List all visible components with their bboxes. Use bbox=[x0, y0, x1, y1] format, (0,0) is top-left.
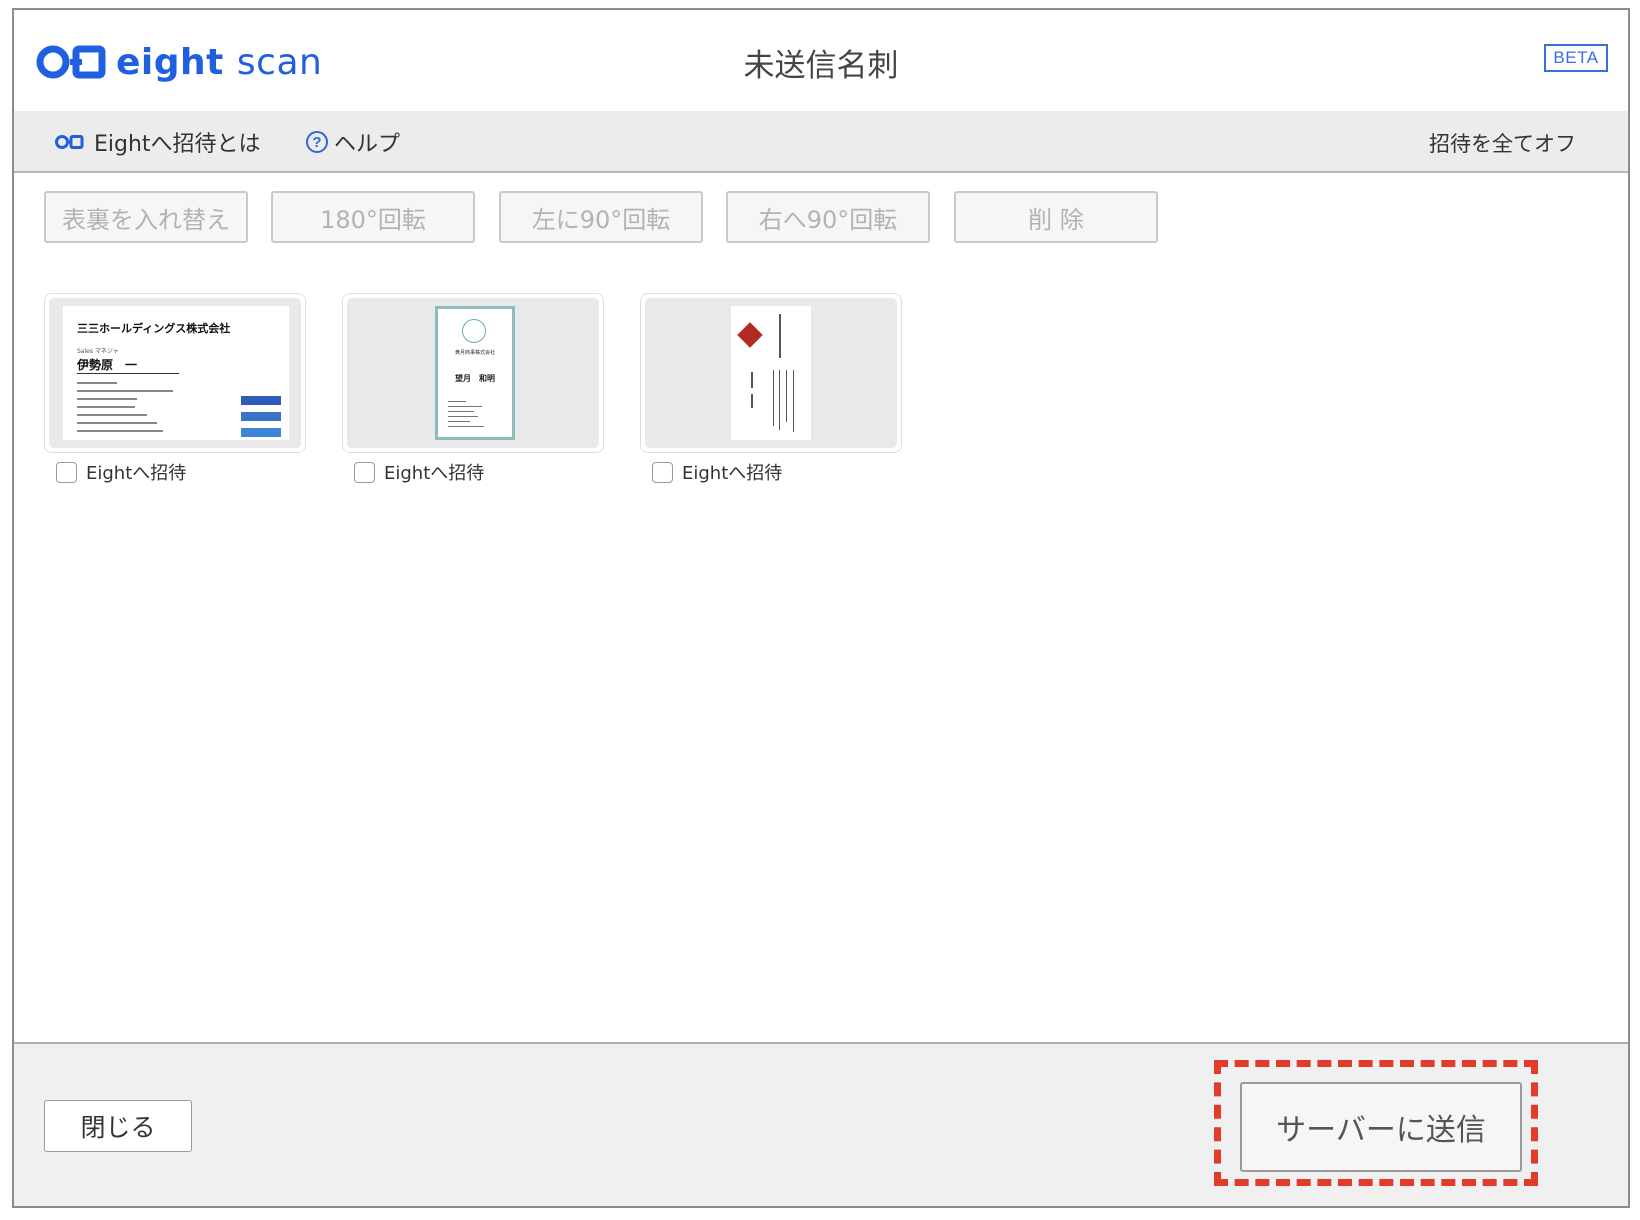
card-image-frame: 三三ホールディングス株式会社 Sales マネジャ 伊勢原 一 bbox=[49, 298, 301, 448]
card-company: 黄月商事株式会社 bbox=[454, 350, 495, 356]
rotate-left-button[interactable]: 左に90°回転 bbox=[499, 191, 703, 243]
company-emblem-icon bbox=[462, 319, 486, 343]
header-bar: eight scan 未送信名刺 BETA bbox=[14, 10, 1628, 113]
send-to-server-button[interactable]: サーバーに送信 bbox=[1240, 1082, 1522, 1172]
swap-sides-button[interactable]: 表裏を入れ替え bbox=[44, 191, 248, 243]
company-logo-icon bbox=[737, 322, 763, 348]
invite-checkbox-row[interactable]: Eightへ招待 bbox=[56, 459, 186, 485]
card-text-line bbox=[77, 390, 173, 392]
beta-badge: BETA bbox=[1544, 44, 1608, 72]
card-text-line bbox=[773, 370, 774, 426]
invite-checkbox[interactable] bbox=[56, 461, 77, 483]
card-stripe bbox=[241, 396, 281, 405]
delete-button[interactable]: 削 除 bbox=[954, 191, 1158, 243]
card-text-line bbox=[779, 314, 781, 358]
invite-label: Eightへ招待 bbox=[384, 463, 485, 484]
invite-checkbox[interactable] bbox=[652, 461, 673, 483]
card-text-line bbox=[77, 430, 163, 432]
business-card-image: 三三ホールディングス株式会社 Sales マネジャ 伊勢原 一 bbox=[63, 306, 289, 440]
rotate-right-button[interactable]: 右へ90°回転 bbox=[726, 191, 930, 243]
close-button[interactable]: 閉じる bbox=[44, 1100, 192, 1152]
app-window: eight scan 未送信名刺 BETA Eightへ招待とは ? ヘルプ 招… bbox=[12, 8, 1630, 1208]
card-text-line bbox=[786, 370, 787, 422]
sub-toolbar: Eightへ招待とは ? ヘルプ 招待を全てオフ bbox=[14, 111, 1628, 173]
card-text-line bbox=[751, 372, 753, 388]
card-text-line bbox=[779, 370, 780, 430]
footer-bar: 閉じる サーバーに送信 bbox=[14, 1042, 1628, 1206]
card-person-name: 望月 和明 bbox=[455, 374, 495, 383]
card-text-line bbox=[448, 401, 466, 402]
card-text-line bbox=[448, 426, 484, 427]
invite-label: Eightへ招待 bbox=[86, 463, 187, 484]
card-thumbnail[interactable]: 黄月商事株式会社 望月 和明 bbox=[342, 293, 604, 453]
help-link[interactable]: ? ヘルプ bbox=[306, 126, 400, 158]
card-role: Sales マネジャ bbox=[77, 348, 119, 355]
invite-about-label: Eightへ招待とは bbox=[94, 132, 261, 157]
card-text-line bbox=[448, 406, 482, 407]
card-text-line bbox=[77, 398, 137, 400]
card-text-line bbox=[751, 394, 753, 408]
card-text-line bbox=[77, 382, 117, 384]
invite-checkbox-row[interactable]: Eightへ招待 bbox=[652, 459, 782, 485]
eight-mini-logo-icon bbox=[55, 135, 84, 149]
page-title: 未送信名刺 bbox=[743, 48, 899, 84]
help-icon: ? bbox=[306, 131, 328, 153]
card-company: 三三ホールディングス株式会社 bbox=[77, 322, 231, 335]
invite-label: Eightへ招待 bbox=[682, 463, 783, 484]
card-stripe bbox=[241, 428, 281, 437]
card-text-line bbox=[793, 370, 794, 432]
card-text-line bbox=[448, 411, 474, 412]
rotate-180-button[interactable]: 180°回転 bbox=[271, 191, 475, 243]
invite-checkbox[interactable] bbox=[354, 461, 375, 483]
card-thumbnail[interactable] bbox=[640, 293, 902, 453]
invite-checkbox-row[interactable]: Eightへ招待 bbox=[354, 459, 484, 485]
help-label: ヘルプ bbox=[334, 132, 401, 157]
card-divider bbox=[77, 373, 179, 374]
card-image-frame: 黄月商事株式会社 望月 和明 bbox=[347, 298, 599, 448]
card-text-line bbox=[77, 414, 147, 416]
card-text-line bbox=[77, 406, 135, 408]
card-stripe bbox=[241, 412, 281, 421]
card-text-line bbox=[448, 421, 470, 422]
card-image-frame bbox=[645, 298, 897, 448]
business-card-image: 黄月商事株式会社 望月 和明 bbox=[435, 306, 515, 440]
business-card-image bbox=[731, 306, 811, 440]
invite-all-off-link[interactable]: 招待を全てオフ bbox=[1429, 128, 1576, 158]
card-person-name: 伊勢原 一 bbox=[77, 358, 138, 372]
invite-about-link[interactable]: Eightへ招待とは bbox=[54, 126, 261, 158]
card-thumbnail[interactable]: 三三ホールディングス株式会社 Sales マネジャ 伊勢原 一 bbox=[44, 293, 306, 453]
card-text-line bbox=[77, 422, 157, 424]
card-text-line bbox=[448, 416, 478, 417]
